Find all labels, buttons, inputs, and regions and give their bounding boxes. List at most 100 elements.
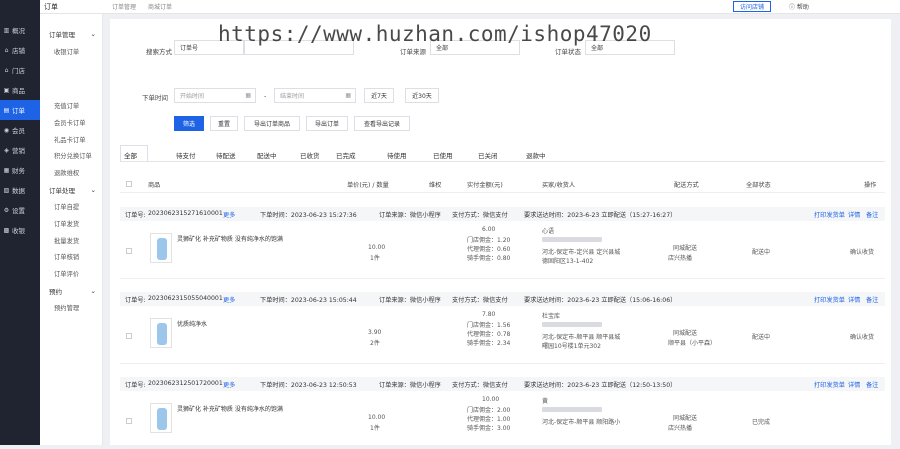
select-all-checkbox[interactable]	[126, 181, 132, 187]
unit-price: 10.00	[368, 244, 386, 251]
rider-name[interactable]: 店兴热播	[668, 423, 692, 432]
remark-link[interactable]: 备注	[866, 210, 878, 219]
tab-0[interactable]: 全部	[124, 150, 137, 160]
order-status: 配送中	[752, 249, 771, 256]
end-time-input[interactable]: 结束时间 ▦	[274, 88, 356, 103]
sidebar-item-label: 财务	[12, 167, 25, 175]
gear-icon: ⚙	[3, 206, 10, 214]
rider-commission: 骑手佣金：0.80	[467, 255, 511, 262]
sidebar-item-8[interactable]: ▧ 数据	[0, 180, 40, 200]
subnav-item[interactable]: 订单发货	[40, 215, 102, 232]
goods-name[interactable]: 灵狮矿化 补充矿物质 没有纯净水的饱满	[177, 234, 283, 243]
paid-amount: 6.00	[482, 226, 496, 233]
subnav-item[interactable]: 批量发货	[40, 232, 102, 249]
order-no-label: 订单号:	[125, 297, 146, 304]
range-separator: -	[264, 92, 267, 100]
th-price-qty: 单价(元) / 数量	[347, 182, 389, 189]
more-link[interactable]: 更多	[223, 295, 235, 304]
address-line-2: 德固阳区13-1-402	[542, 258, 594, 265]
subnav-group-order-process[interactable]: 订单处理 ⌄	[40, 181, 102, 199]
tab-8[interactable]: 已关闭	[478, 150, 498, 160]
print-delivery-link[interactable]: 打印发货单	[814, 210, 845, 219]
rider-name[interactable]: 顺平县（小平森）	[668, 338, 716, 347]
more-link[interactable]: 更多	[223, 380, 235, 389]
detail-link[interactable]: 详情	[848, 295, 860, 304]
tab-4[interactable]: 已收货	[300, 150, 320, 160]
sidebar-item-9[interactable]: ⚙ 设置	[0, 200, 40, 220]
detail-link[interactable]: 详情	[848, 210, 860, 219]
chevron-down-icon: ⌄	[90, 286, 96, 295]
row-checkbox[interactable]	[126, 248, 132, 254]
subnav-item-booking-manage[interactable]: 预约管理	[40, 300, 102, 317]
print-delivery-link[interactable]: 打印发货单	[814, 380, 845, 389]
subnav-item[interactable]: 会员卡订单	[40, 114, 102, 131]
address-line-1: 河北-保定市-顺平县 顺平县城	[542, 334, 621, 341]
sidebar-item-6[interactable]: ◈ 营销	[0, 140, 40, 160]
subnav-item[interactable]: 订单评价	[40, 265, 102, 282]
buyer-name[interactable]: 杜宝库	[542, 311, 560, 320]
goods-name[interactable]: 灵狮矿化 补充矿物质 没有纯净水的饱满	[177, 404, 283, 413]
sidebar-item-4[interactable]: ▤ 订单	[0, 100, 40, 120]
breadcrumb-order-manage[interactable]: 订单管理	[112, 2, 136, 11]
tab-6[interactable]: 待使用	[387, 150, 407, 160]
rider-name[interactable]: 店兴热播	[668, 253, 692, 262]
confirm-receipt-link[interactable]: 确认收货	[850, 332, 874, 341]
tab-1[interactable]: 待支付	[176, 150, 196, 160]
sidebar-item-7[interactable]: ▦ 财务	[0, 160, 40, 180]
row-checkbox[interactable]	[126, 418, 132, 424]
masked-phone	[542, 322, 602, 327]
pay-method: 支付方式：微信支付	[452, 212, 508, 219]
data-icon: ▧	[3, 186, 10, 194]
remark-link[interactable]: 备注	[866, 380, 878, 389]
product-thumbnail	[150, 403, 172, 433]
print-delivery-link[interactable]: 打印发货单	[814, 295, 845, 304]
subnav-item[interactable]: 礼品卡订单	[40, 131, 102, 148]
tab-2[interactable]: 待配送	[216, 150, 236, 160]
order-status: 配送中	[752, 334, 771, 341]
subnav-item[interactable]: 退款维权	[40, 164, 102, 181]
sidebar-item-label: 概况	[12, 27, 25, 35]
remark-link[interactable]: 备注	[866, 295, 878, 304]
buyer-name[interactable]: 心语	[542, 226, 554, 235]
start-time-input[interactable]: 开始时间 ▦	[174, 88, 256, 103]
subnav-item[interactable]: 订单自提	[40, 199, 102, 216]
view-export-records-button[interactable]: 查看导出记录	[354, 116, 410, 131]
subnav-item-cashier-orders[interactable]: 收银订单	[40, 43, 102, 60]
pay-method: 支付方式：微信支付	[452, 297, 508, 304]
subnav-item[interactable]: 订单核销	[40, 248, 102, 265]
more-link[interactable]: 更多	[223, 210, 235, 219]
sidebar-item-5[interactable]: ◉ 会员	[0, 120, 40, 140]
help-link[interactable]: ⓘ 帮助	[789, 2, 809, 11]
filter-button[interactable]: 筛选	[174, 116, 204, 131]
row-checkbox[interactable]	[126, 333, 132, 339]
export-orders-button[interactable]: 导出订单	[306, 116, 348, 131]
subnav-item[interactable]: 充值订单	[40, 98, 102, 115]
goods-name[interactable]: 优质纯净水	[177, 319, 207, 328]
subnav-item[interactable]: 积分兑换订单	[40, 147, 102, 164]
detail-link[interactable]: 详情	[848, 380, 860, 389]
last-30-days-button[interactable]: 近30天	[405, 88, 439, 103]
subnav-group-booking[interactable]: 预约 ⌄	[40, 282, 102, 300]
breadcrumb-mall-orders[interactable]: 商城订单	[148, 2, 172, 11]
sidebar-item-1[interactable]: ⌂ 店铺	[0, 40, 40, 60]
sidebar-item-3[interactable]: ▣ 商品	[0, 80, 40, 100]
tab-5[interactable]: 已完成	[336, 150, 356, 160]
sidebar-item-0[interactable]: ▥ 概况	[0, 20, 40, 40]
last-7-days-button[interactable]: 近7天	[364, 88, 394, 103]
tab-3[interactable]: 配送中	[257, 150, 277, 160]
logo-area	[0, 0, 40, 20]
sidebar-item-2[interactable]: ⌂ 门店	[0, 60, 40, 80]
reset-button[interactable]: 重置	[210, 116, 238, 131]
tab-9[interactable]: 退款中	[526, 150, 546, 160]
subnav-group-label: 预约	[49, 287, 62, 296]
sidebar-item-10[interactable]: ▩ 收银	[0, 220, 40, 240]
order-status-label: 订单状态	[555, 48, 581, 56]
confirm-receipt-link[interactable]: 确认收货	[850, 247, 874, 256]
user-icon: ◉	[3, 126, 10, 134]
tab-7[interactable]: 已使用	[433, 150, 453, 160]
visit-store-button[interactable]: 访问店铺	[733, 1, 771, 12]
buyer-name[interactable]: 黄	[542, 396, 548, 405]
export-order-goods-button[interactable]: 导出订单商品	[244, 116, 300, 131]
subnav-group-order-manage[interactable]: 订单管理 ⌄	[40, 25, 102, 43]
end-time-placeholder: 结束时间	[280, 93, 305, 100]
